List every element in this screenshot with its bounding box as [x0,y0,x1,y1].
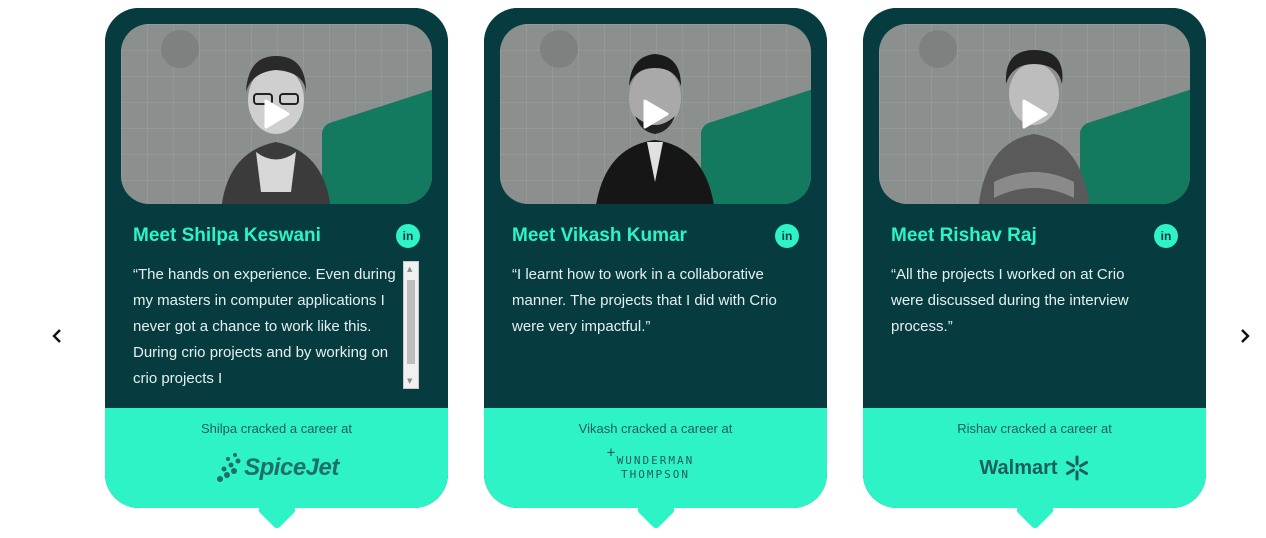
spicejet-dots-icon [217,453,241,482]
person-name: Meet Rishav Raj [891,225,1037,246]
play-icon[interactable] [1018,97,1052,131]
linkedin-icon[interactable]: in [396,224,420,248]
person-name: Meet Shilpa Keswani [133,225,321,246]
card-bottom: Shilpa cracked a career at SpiceJet [105,408,448,508]
company-name-line1: WUNDERMAN [616,454,695,467]
video-thumbnail[interactable] [500,24,811,204]
play-icon[interactable] [260,97,294,131]
company-logo: + WUNDERMAN THOMPSON [606,445,695,481]
testimonial-card: Meet Shilpa Keswani in “The hands on exp… [105,8,448,530]
card-bottom: Vikash cracked a career at + WUNDERMAN T… [484,408,827,508]
testimonial-quote: “I learnt how to work in a collaborative… [512,266,777,335]
chevron-right-icon [1241,329,1250,343]
testimonial-card: Meet Vikash Kumar in “I learnt how to wo… [484,8,827,530]
company-name-line2: THOMPSON [621,468,690,481]
company-name: SpiceJet [244,454,339,481]
card-bottom: Rishav cracked a career at Walmart [863,408,1206,508]
cracked-career-text: Vikash cracked a career at [578,421,733,436]
testimonial-quote: “The hands on experience. Even during my… [133,266,396,387]
cracked-career-text: Rishav cracked a career at [957,421,1112,436]
linkedin-icon[interactable]: in [775,224,799,248]
carousel-prev-button[interactable] [43,322,71,350]
company-logo: Walmart [863,448,1206,488]
company-name: Walmart [979,456,1058,479]
testimonial-card: Meet Rishav Raj in “All the projects I w… [863,8,1206,530]
video-thumbnail[interactable] [879,24,1190,204]
person-name: Meet Vikash Kumar [512,225,687,246]
linkedin-icon[interactable]: in [1154,224,1178,248]
video-thumbnail[interactable] [121,24,432,204]
testimonial-quote: “All the projects I worked on at Crio we… [891,266,1129,335]
carousel-next-button[interactable] [1231,322,1259,350]
chevron-left-icon [52,329,61,343]
company-logo: SpiceJet [105,448,448,488]
quote-scrollbar[interactable]: ▲ ▼ [403,261,419,389]
cracked-career-text: Shilpa cracked a career at [200,421,353,436]
walmart-spark-icon [1065,455,1088,481]
play-icon[interactable] [639,97,673,131]
